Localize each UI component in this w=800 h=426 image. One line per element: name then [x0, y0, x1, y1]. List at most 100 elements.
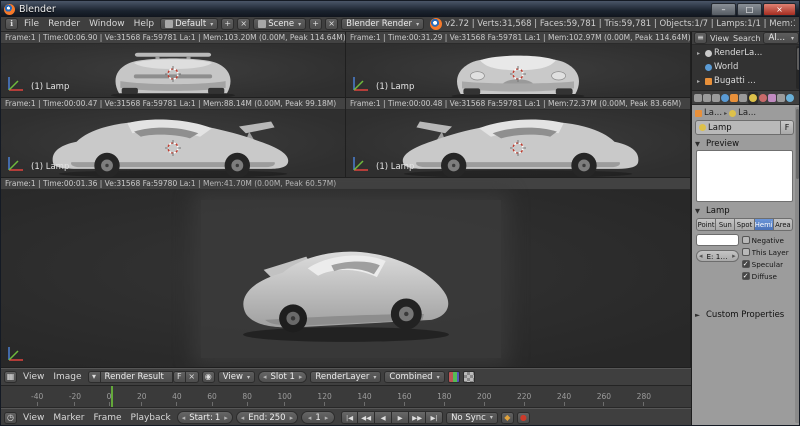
checkbox-checked-icon[interactable]: ✓ [742, 272, 750, 280]
expand-icon[interactable]: ▸ [697, 78, 703, 85]
preview-panel-header[interactable]: ▼ Preview [695, 137, 794, 150]
viewport-canvas-mid-left[interactable]: (1) Lamp [1, 110, 345, 177]
checkbox-negative[interactable]: Negative [742, 234, 793, 246]
properties-scrollbar[interactable] [795, 107, 800, 423]
tab-scene-icon[interactable] [712, 94, 720, 102]
menu-window[interactable]: Window [86, 19, 128, 29]
add-layout-button[interactable]: + [221, 18, 234, 30]
delete-scene-button[interactable]: × [325, 18, 338, 30]
fake-user-button[interactable]: F [781, 120, 794, 135]
play-button[interactable]: ▶ [392, 411, 409, 424]
lamp-type-spot[interactable]: Spot [735, 218, 754, 231]
editor-type-image-button[interactable]: ▦ [4, 371, 17, 383]
editor-type-timeline-button[interactable]: ◷ [4, 412, 17, 424]
lamp-energy-field[interactable]: E: 1.000 [696, 250, 739, 262]
render-layer-selector[interactable]: RenderLayer [310, 371, 381, 383]
rgba-channel-button[interactable] [463, 371, 475, 383]
checkbox-diffuse[interactable]: ✓ Diffuse [742, 270, 793, 282]
current-frame-indicator[interactable] [111, 386, 113, 407]
editor-type-outliner-button[interactable]: ≡ [694, 32, 707, 44]
viewport-canvas-main[interactable] [1, 190, 690, 367]
sync-mode-selector[interactable]: No Sync [446, 412, 498, 424]
lamp-color-swatch[interactable] [696, 234, 739, 246]
browse-image-button[interactable]: ▾ [88, 371, 101, 383]
checkbox-specular[interactable]: ✓ Specular [742, 258, 793, 270]
tab-texture-icon[interactable] [768, 94, 776, 102]
render-engine-selector[interactable]: Blender Render [341, 18, 424, 30]
outliner-item-bugatti[interactable]: ▸ Bugatti ... [692, 74, 800, 88]
tab-physics-icon[interactable] [786, 94, 794, 102]
rgb-channel-button[interactable] [448, 371, 460, 383]
close-button[interactable]: × [763, 3, 796, 16]
checkbox-checked-icon[interactable]: ✓ [742, 260, 750, 268]
add-scene-button[interactable]: + [309, 18, 322, 30]
tab-object-icon[interactable] [730, 94, 738, 102]
play-reverse-button[interactable]: ◀ [375, 411, 392, 424]
outliner-item-renderlayers[interactable]: ▸ RenderLa... [692, 46, 800, 60]
checkbox-this-layer[interactable]: This Layer [742, 246, 793, 258]
render-pass-selector[interactable]: Combined [384, 371, 444, 383]
render-slot-selector[interactable]: Slot 1 [258, 371, 307, 383]
custom-properties-panel-header[interactable]: ► Custom Properties [695, 308, 794, 321]
current-frame-field[interactable]: 1 [301, 411, 335, 424]
viewport-canvas-top-left[interactable]: (1) Lamp [1, 44, 345, 97]
tab-object-data-active[interactable] [748, 92, 758, 104]
checkbox-label: Negative [752, 236, 784, 245]
outliner-scrollbar[interactable] [796, 46, 800, 89]
fake-user-button[interactable]: F [173, 371, 186, 383]
editor-type-info-button[interactable]: ℹ [5, 18, 18, 30]
start-frame-field[interactable]: Start: 1 [177, 411, 233, 424]
jump-to-end-button[interactable]: ▶| [426, 411, 443, 424]
image-name: Render Result [105, 372, 164, 382]
lamp-type-area[interactable]: Area [774, 218, 793, 231]
menu-help[interactable]: Help [131, 19, 158, 29]
viewport-canvas-top-right[interactable]: (1) Lamp [346, 44, 690, 97]
tab-constraints-icon[interactable] [739, 94, 747, 102]
outliner-display-mode[interactable]: All Scenes [763, 32, 799, 44]
tab-render-layers-icon[interactable] [703, 94, 711, 102]
previous-keyframe-button[interactable]: ◀◀ [358, 411, 375, 424]
image-menu-image[interactable]: Image [50, 372, 84, 382]
delete-layout-button[interactable]: × [237, 18, 250, 30]
render-stats-mid-right: Frame:1 | Time:00:00.48 | Ve:31568 Fa:59… [346, 98, 690, 110]
tab-object-data-icon[interactable] [749, 94, 757, 102]
checkbox-icon[interactable] [742, 248, 750, 256]
end-frame-field[interactable]: End: 250 [236, 411, 298, 424]
screen-layout-selector[interactable]: Default [160, 18, 218, 30]
lamp-type-sun[interactable]: Sun [716, 218, 735, 231]
outliner-item-world[interactable]: World [692, 60, 800, 74]
lamp-type-hemi[interactable]: Hemi [755, 218, 774, 231]
lamp-panel-header[interactable]: ▼ Lamp [695, 204, 794, 217]
next-keyframe-button[interactable]: ▶▶ [409, 411, 426, 424]
image-name-field[interactable]: Render Result [101, 371, 173, 383]
outliner-menu-view[interactable]: View [709, 34, 730, 43]
menu-file[interactable]: File [21, 19, 42, 29]
tab-material-icon[interactable] [759, 94, 767, 102]
scrollbar-thumb[interactable] [796, 109, 799, 179]
timeline-ruler[interactable]: -40 -20 0 20 40 60 80 100 120 140 160 18… [1, 386, 691, 408]
tab-particles-icon[interactable] [777, 94, 785, 102]
auto-keyframe-record-button[interactable]: ● [517, 412, 530, 424]
scene-selector[interactable]: Scene [253, 18, 306, 30]
lamp-name-field[interactable]: Lamp [695, 120, 781, 135]
unlink-image-button[interactable]: × [186, 371, 199, 383]
timeline-menu-playback[interactable]: Playback [128, 413, 174, 423]
timeline-menu-marker[interactable]: Marker [50, 413, 87, 423]
keying-set-button[interactable]: ◆ [501, 412, 514, 424]
lamp-type-point[interactable]: Point [696, 218, 716, 231]
timeline-menu-frame[interactable]: Frame [90, 413, 124, 423]
timeline-menu-view[interactable]: View [20, 413, 47, 423]
pin-image-button[interactable]: ◉ [202, 371, 215, 383]
outliner-menu-search[interactable]: Search [732, 34, 761, 43]
checkbox-icon[interactable] [742, 236, 750, 244]
viewport-canvas-mid-right[interactable]: (1) Lamp [346, 110, 690, 177]
jump-to-start-button[interactable]: |◀ [341, 411, 358, 424]
minimize-button[interactable]: – [711, 3, 736, 16]
image-mode-selector[interactable]: View [218, 371, 255, 383]
tab-world-icon[interactable] [721, 94, 729, 102]
expand-icon[interactable]: ▸ [697, 50, 703, 57]
maximize-button[interactable]: □ [737, 3, 762, 16]
image-menu-view[interactable]: View [20, 372, 47, 382]
menu-render[interactable]: Render [45, 19, 83, 29]
tab-render-icon[interactable] [694, 94, 702, 102]
